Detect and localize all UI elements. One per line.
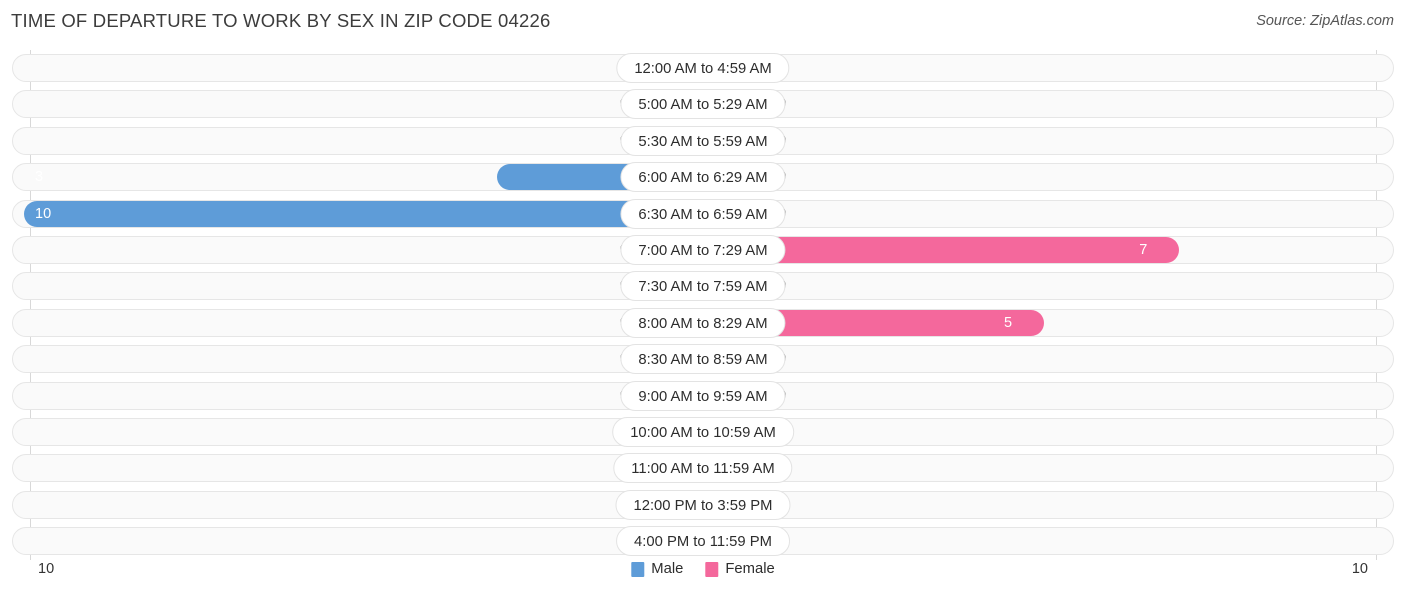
- source-attribution: Source: ZipAtlas.com: [1256, 13, 1394, 29]
- female-half: 0: [706, 200, 1382, 227]
- legend-swatch-male-icon: [631, 561, 645, 577]
- male-half: 0: [24, 528, 700, 555]
- chart-footer: 10 Male Female 10: [0, 554, 1406, 594]
- axis-tick-right: 10: [1351, 561, 1368, 577]
- female-half: 0: [706, 127, 1382, 154]
- female-half: 7: [706, 236, 1382, 263]
- row-category-label: 8:30 AM to 8:59 AM: [620, 344, 786, 375]
- row-category-label: 7:00 AM to 7:29 AM: [620, 234, 786, 265]
- female-half: 0: [706, 418, 1382, 445]
- male-half: 0: [24, 273, 700, 300]
- male-half: 0: [24, 346, 700, 373]
- chart-plot-area: 0012:00 AM to 4:59 AM005:00 AM to 5:29 A…: [0, 44, 1406, 560]
- female-half: 0: [706, 528, 1382, 555]
- female-half: 5: [706, 309, 1382, 336]
- row-category-label: 11:00 AM to 11:59 AM: [613, 453, 793, 484]
- chart-row: 0 5 8:00 AM to 8:29 AM: [0, 305, 1406, 341]
- male-half: 3: [24, 164, 700, 191]
- male-half: 0: [24, 309, 700, 336]
- male-half: 0: [24, 418, 700, 445]
- chart-rows: 0012:00 AM to 4:59 AM005:00 AM to 5:29 A…: [0, 50, 1406, 559]
- female-half: 0: [706, 273, 1382, 300]
- chart-legend: Male Female: [631, 561, 775, 577]
- legend-label: Male: [651, 561, 684, 577]
- chart-row: 0 7 7:00 AM to 7:29 AM: [0, 232, 1406, 268]
- chart-row: 0012:00 PM to 3:59 PM: [0, 487, 1406, 523]
- row-category-label: 7:30 AM to 7:59 AM: [620, 271, 786, 302]
- legend-item-male[interactable]: Male: [631, 561, 683, 577]
- chart-row: 0012:00 AM to 4:59 AM: [0, 50, 1406, 86]
- female-half: 0: [706, 382, 1382, 409]
- page-title: TIME OF DEPARTURE TO WORK BY SEX IN ZIP …: [11, 10, 551, 31]
- row-category-label: 4:00 PM to 11:59 PM: [616, 526, 790, 557]
- male-value-label: 10: [35, 205, 52, 222]
- chart-row: 007:30 AM to 7:59 AM: [0, 268, 1406, 304]
- male-half: 0: [24, 91, 700, 118]
- legend-item-female[interactable]: Female: [705, 561, 775, 577]
- row-category-label: 6:30 AM to 6:59 AM: [620, 198, 786, 229]
- female-half: 0: [706, 91, 1382, 118]
- chart-row: 005:30 AM to 5:59 AM: [0, 123, 1406, 159]
- male-half: 0: [24, 55, 700, 81]
- chart-row: 009:00 AM to 9:59 AM: [0, 378, 1406, 414]
- row-category-label: 12:00 PM to 3:59 PM: [615, 489, 791, 520]
- row-category-label: 9:00 AM to 9:59 AM: [620, 380, 786, 411]
- row-category-label: 6:00 AM to 6:29 AM: [620, 162, 786, 193]
- row-category-label: 8:00 AM to 8:29 AM: [620, 307, 786, 338]
- chart-row: 0010:00 AM to 10:59 AM: [0, 414, 1406, 450]
- female-half: 0: [706, 455, 1382, 482]
- female-half: 0: [706, 164, 1382, 191]
- chart-row: 008:30 AM to 8:59 AM: [0, 341, 1406, 377]
- axis-tick-left: 10: [38, 561, 55, 577]
- female-value-label: 7: [1139, 241, 1148, 258]
- row-category-label: 5:00 AM to 5:29 AM: [620, 89, 786, 120]
- female-value-label: 5: [1004, 314, 1013, 331]
- male-half: 0: [24, 236, 700, 263]
- row-category-label: 12:00 AM to 4:59 AM: [616, 53, 790, 83]
- chart-row: 005:00 AM to 5:29 AM: [0, 86, 1406, 122]
- female-half: 0: [706, 55, 1382, 81]
- male-half: 0: [24, 491, 700, 518]
- male-half: 10: [24, 200, 700, 227]
- legend-label: Female: [725, 561, 775, 577]
- male-half: 0: [24, 382, 700, 409]
- chart-row: 0011:00 AM to 11:59 AM: [0, 450, 1406, 486]
- chart-header: TIME OF DEPARTURE TO WORK BY SEX IN ZIP …: [0, 0, 1406, 44]
- chart-row: 10 06:30 AM to 6:59 AM: [0, 196, 1406, 232]
- female-half: 0: [706, 491, 1382, 518]
- row-category-label: 5:30 AM to 5:59 AM: [620, 125, 786, 156]
- row-category-label: 10:00 AM to 10:59 AM: [612, 416, 794, 447]
- male-half: 0: [24, 127, 700, 154]
- chart-row: 3 06:00 AM to 6:29 AM: [0, 159, 1406, 195]
- male-value-label: 3: [35, 169, 44, 186]
- legend-swatch-female-icon: [705, 561, 719, 577]
- male-half: 0: [24, 455, 700, 482]
- female-half: 0: [706, 346, 1382, 373]
